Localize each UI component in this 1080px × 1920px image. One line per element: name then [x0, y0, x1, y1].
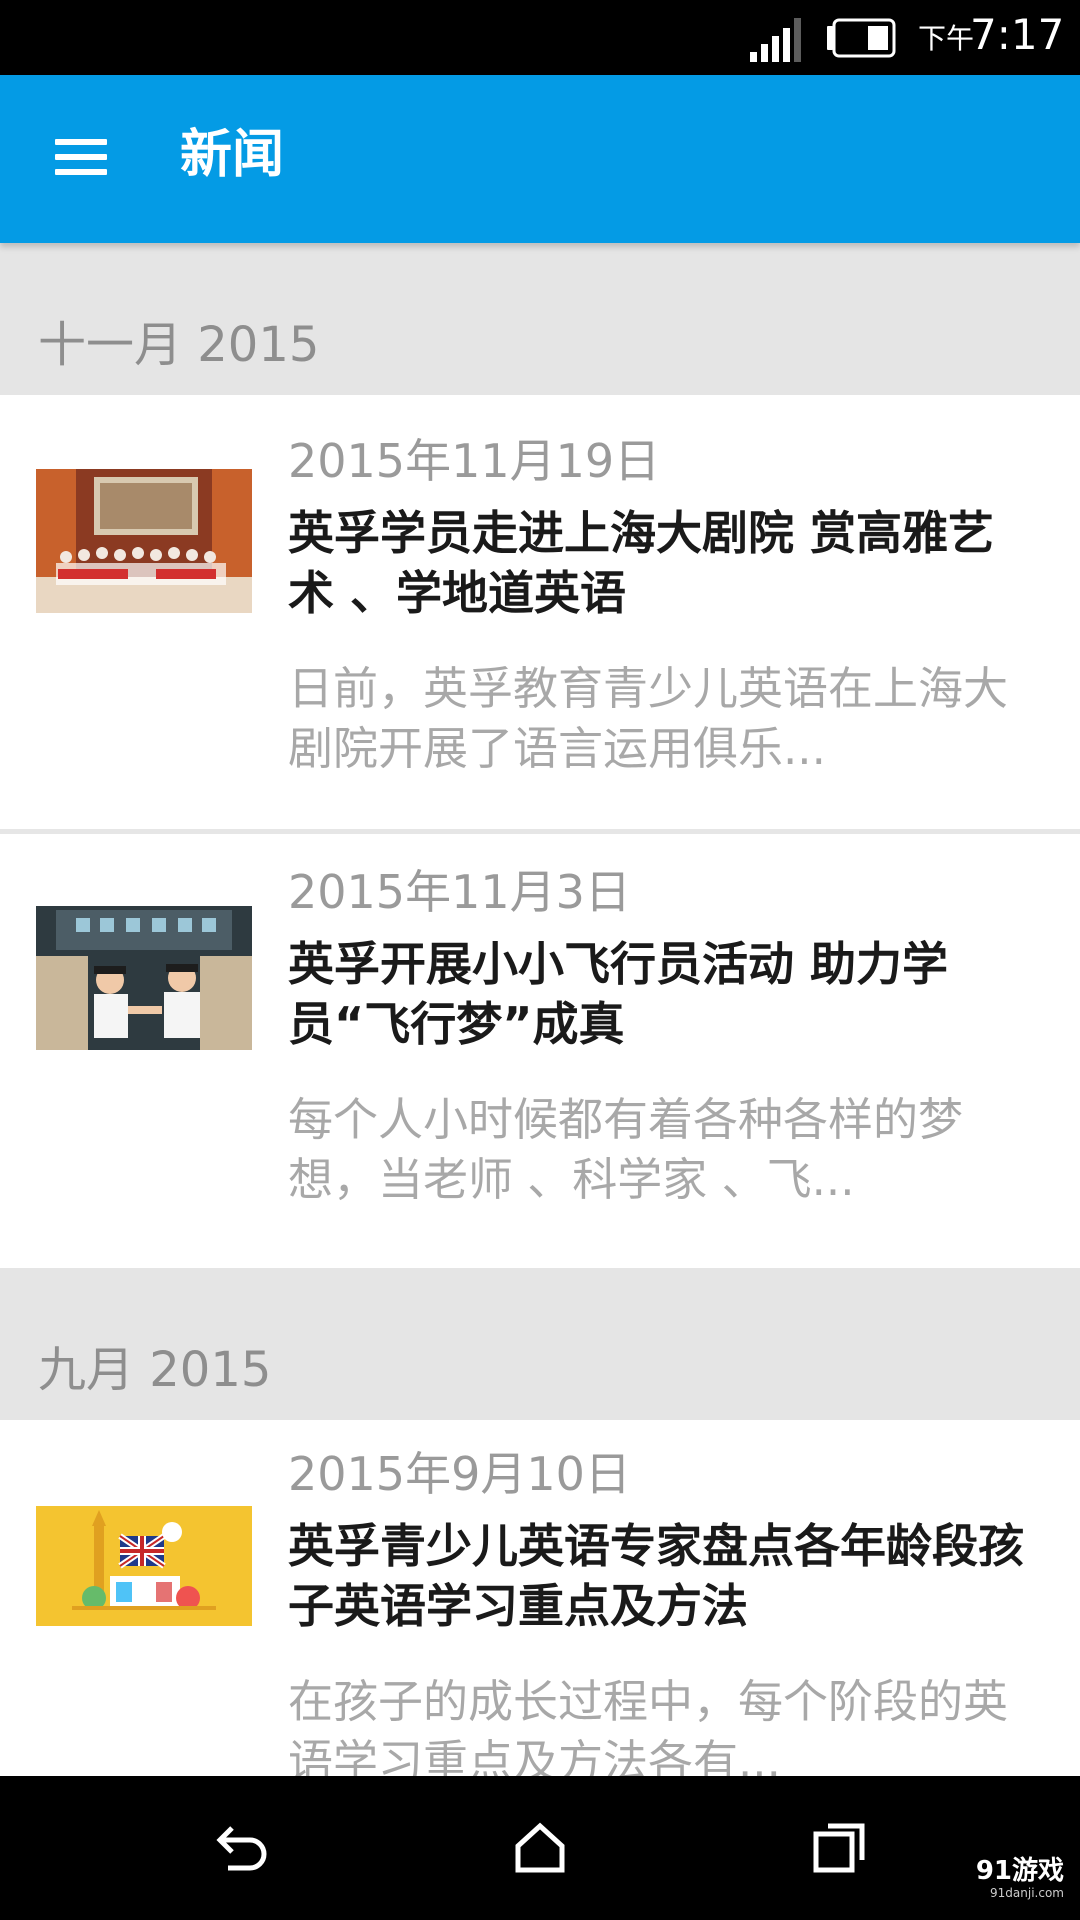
battery-icon — [827, 18, 896, 58]
status-bar: 下午 7:17 — [0, 0, 1080, 75]
signal-bars-icon — [750, 18, 801, 62]
news-item[interactable]: 2015年11月19日 英孚学员走进上海大剧院 赏高雅艺术 、学地道英语 日前，… — [0, 395, 1080, 829]
status-time: 7:17 — [970, 10, 1065, 59]
home-icon[interactable] — [510, 1818, 570, 1878]
month-header-label: 九月 2015 — [38, 1342, 272, 1398]
article-title: 英孚学员走进上海大剧院 赏高雅艺术 、学地道英语 — [288, 506, 995, 620]
news-item[interactable]: 2015年11月3日 英孚开展小小飞行员活动 助力学员“飞行梦”成真 每个人小时… — [0, 834, 1080, 1268]
article-date: 2015年11月3日 — [288, 865, 631, 919]
back-arrow-icon[interactable] — [210, 1818, 270, 1878]
article-snippet: 日前，英孚教育青少儿英语在上海大剧院开展了语言运用俱乐... — [288, 662, 1009, 775]
status-time-prefix: 下午 — [918, 22, 975, 55]
article-thumbnail — [36, 906, 252, 1050]
article-thumbnail — [36, 469, 252, 613]
page-title: 新闻 — [180, 125, 285, 185]
month-header: 九月 2015 — [0, 1268, 1080, 1420]
article-snippet: 每个人小时候都有着各种各样的梦想，当老师 、科学家 、飞... — [288, 1093, 964, 1206]
watermark-sub: 91danji.com — [990, 1886, 1064, 1900]
month-header: 十一月 2015 — [0, 243, 1080, 395]
news-item[interactable]: 2015年9月10日 英孚青少儿英语专家盘点各年龄段孩子英语学习重点及方法 在孩… — [0, 1420, 1080, 1776]
article-date: 2015年11月19日 — [288, 434, 661, 488]
navigation-bar: 91游戏 91danji.com — [0, 1776, 1080, 1920]
article-title: 英孚青少儿英语专家盘点各年龄段孩子英语学习重点及方法 — [288, 1519, 1024, 1633]
article-title: 英孚开展小小飞行员活动 助力学员“飞行梦”成真 — [288, 937, 949, 1051]
hamburger-menu-icon[interactable] — [50, 133, 112, 181]
watermark: 91游戏 91danji.com — [976, 1856, 1064, 1900]
watermark-main: 91游戏 — [975, 1856, 1064, 1886]
app-bar: 新闻 — [0, 75, 1080, 243]
month-header-label: 十一月 2015 — [38, 317, 320, 373]
article-snippet: 在孩子的成长过程中，每个阶段的英语学习重点及方法各有... — [288, 1675, 1009, 1776]
news-list[interactable]: 十一月 2015 2015年11月19日 英孚学员走进上海大剧院 赏高雅艺术 、… — [0, 243, 1080, 1776]
recent-apps-icon[interactable] — [810, 1818, 870, 1878]
article-thumbnail — [36, 1506, 252, 1626]
article-date: 2015年9月10日 — [288, 1447, 631, 1501]
